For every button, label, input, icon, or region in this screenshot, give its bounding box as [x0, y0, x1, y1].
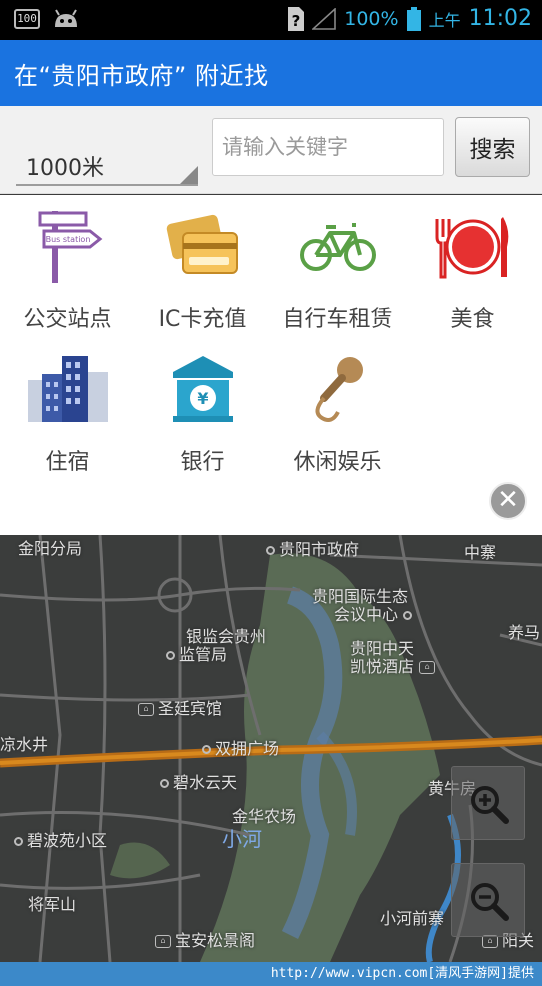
- bicycle-icon: [299, 223, 376, 271]
- poi-label: 贵阳市政府: [279, 540, 360, 559]
- category-label: 公交站点: [23, 307, 112, 332]
- poi-dot-icon: [266, 546, 275, 555]
- poi-label: 双拥广场: [215, 739, 280, 758]
- poi-dot-icon: [14, 837, 23, 846]
- poi-dot-icon: [202, 745, 211, 754]
- poi-marker[interactable]: 碧波苑小区: [14, 827, 107, 851]
- poi-dot-icon: [403, 611, 413, 620]
- poi-label: 中寨: [464, 543, 497, 562]
- category-bus-station[interactable]: Bus station 公交站点: [0, 207, 135, 333]
- poi-dot-icon: [160, 779, 169, 788]
- category-label: 自行车租赁: [282, 307, 393, 332]
- title-bar: 在“贵阳市政府” 附近找: [0, 40, 542, 106]
- ic-card-icon: [166, 214, 238, 274]
- poi-marker[interactable]: 双拥广场: [202, 735, 279, 759]
- zoom-in-button[interactable]: [451, 766, 525, 840]
- poi-label: 监管局: [179, 645, 228, 664]
- sim-unknown-icon: ?: [288, 6, 305, 31]
- poi-marker[interactable]: ⌂ 圣廷宾馆: [138, 695, 222, 719]
- battery-icon: [406, 6, 421, 31]
- search-button[interactable]: 搜索: [455, 117, 530, 177]
- bus-station-sign-icon: Bus station: [38, 211, 102, 283]
- poi-marker[interactable]: 会议中心: [334, 601, 416, 625]
- hotel-marker-icon: ⌂: [138, 703, 154, 716]
- poi-marker[interactable]: 碧水云天: [160, 769, 237, 793]
- poi-label: 凉水井: [0, 735, 49, 754]
- poi-marker[interactable]: 贵阳市政府: [266, 536, 359, 560]
- poi-label: 碧波苑小区: [27, 831, 108, 850]
- hotel-marker-icon: ⌂: [419, 661, 436, 674]
- footer-watermark: http://www.vipcn.com[清风手游网]提供: [0, 962, 542, 986]
- category-label: 银行: [180, 450, 225, 475]
- category-panel: Bus station 公交站点 IC卡充值 自行车租赁 美食 住宿 ¥ 银行 …: [0, 195, 542, 535]
- microphone-icon: [315, 357, 363, 422]
- zoom-out-button[interactable]: [451, 863, 525, 937]
- search-row: 1000米 搜索: [0, 106, 542, 194]
- status-bar: 100 ? 100% 上午 11:02: [0, 0, 542, 40]
- poi-label: 宝安松景阁: [175, 931, 256, 950]
- zoom-out-icon: [471, 883, 509, 921]
- category-label: IC卡充值: [158, 307, 247, 332]
- poi-label: 小河前寨: [380, 909, 445, 928]
- category-food[interactable]: 美食: [405, 207, 540, 333]
- bank-icon-symbol: ¥: [197, 389, 208, 408]
- poi-label: 凯悦酒店: [350, 657, 415, 676]
- poi-marker[interactable]: ⌂ 宝安松景阁: [155, 927, 255, 951]
- poi-label: 圣廷宾馆: [158, 699, 223, 718]
- page-title: 在“贵阳市政府” 附近找: [14, 62, 269, 90]
- distance-dropdown[interactable]: 1000米: [16, 124, 198, 186]
- hotel-marker-icon: ⌂: [155, 935, 171, 948]
- close-button[interactable]: ✕: [489, 482, 527, 520]
- category-label: 住宿: [45, 450, 90, 475]
- distance-value: 1000米: [26, 156, 104, 181]
- svg-text:?: ?: [292, 12, 301, 30]
- category-bicycle-rental[interactable]: 自行车租赁: [270, 207, 405, 333]
- zoom-in-icon: [471, 786, 509, 824]
- notification-badge-icon: 100: [14, 9, 40, 29]
- map-view[interactable]: 金阳分局 贵阳市政府 中寨 贵阳国际生态 会议中心 养马 银监会贵州 监管局 贵…: [0, 535, 542, 962]
- poi-label: 碧水云天: [173, 773, 238, 792]
- poi-label: 养马: [508, 623, 541, 642]
- clock: 11:02: [468, 6, 532, 31]
- category-bank[interactable]: ¥ 银行: [135, 350, 270, 476]
- poi-label: 将军山: [28, 895, 77, 914]
- river-label: 小河: [222, 827, 262, 851]
- poi-marker[interactable]: 监管局: [166, 641, 227, 665]
- category-hotel[interactable]: 住宿: [0, 350, 135, 476]
- category-label: 休闲娱乐: [293, 450, 382, 475]
- category-entertainment[interactable]: 休闲娱乐: [270, 350, 405, 476]
- hotel-building-icon: [27, 356, 108, 422]
- poi-marker[interactable]: 凯悦酒店 ⌂: [350, 653, 439, 677]
- signal-icon: [312, 7, 337, 30]
- poi-dot-icon: [166, 651, 175, 660]
- close-icon: ✕: [497, 485, 519, 515]
- bus-station-sign-text: Bus station: [45, 235, 90, 244]
- food-plate-icon: [435, 217, 508, 279]
- dropdown-arrow-icon: [180, 166, 198, 184]
- bank-icon: ¥: [172, 356, 233, 422]
- ampm: 上午: [428, 10, 461, 30]
- keyword-input[interactable]: [212, 118, 444, 176]
- poi-label: 金阳分局: [18, 539, 83, 558]
- battery-percent: 100%: [344, 7, 399, 30]
- android-icon: [55, 9, 77, 27]
- category-ic-card[interactable]: IC卡充值: [135, 207, 270, 333]
- poi-label: 会议中心: [334, 605, 399, 624]
- category-label: 美食: [450, 307, 495, 332]
